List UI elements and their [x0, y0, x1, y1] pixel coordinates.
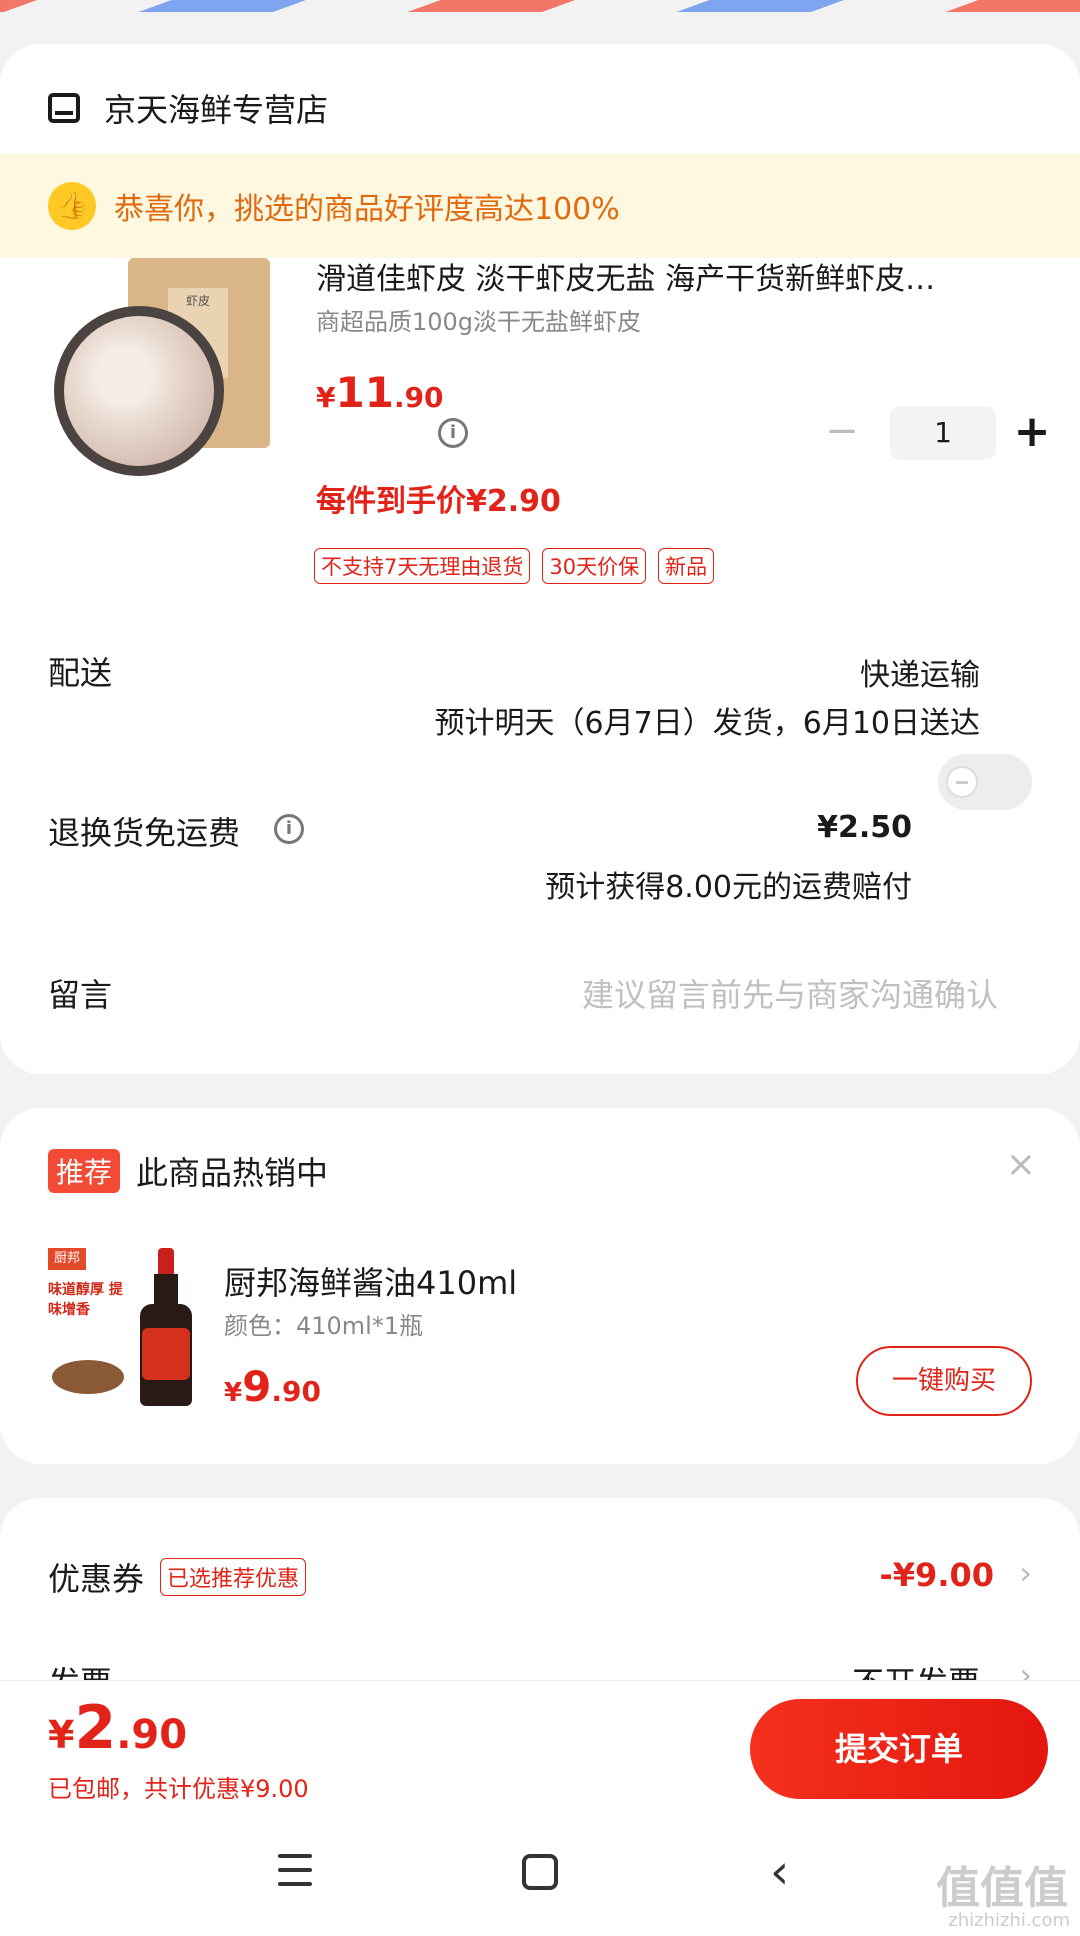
system-nav-bar: ‹ 值值值 zhizhizhi.com [0, 1822, 1080, 1936]
store-icon [48, 93, 80, 123]
sauce-box: 厨邦 味道醇厚 提味增香 [48, 1248, 128, 1398]
watermark-url: zhizhizhi.com [948, 1910, 1070, 1931]
praise-text: 恭喜你，挑选的商品好评度高达100% [114, 192, 620, 227]
tag-price-protect: 30天价保 [542, 548, 647, 584]
sauce-slogan: 味道醇厚 提味增香 [48, 1282, 123, 1318]
return-shipping-price: ¥2.50 [817, 810, 912, 845]
message-label: 留言 [48, 976, 113, 1014]
recommend-tag: 推荐 [48, 1149, 121, 1193]
quantity-field[interactable]: 1 [890, 406, 996, 460]
airmail-border [0, 0, 1080, 12]
product-shrimp [64, 316, 214, 466]
quantity-stepper: − 1 + [822, 406, 1052, 460]
toggle-knob [946, 766, 978, 798]
product-spec[interactable]: 商超品质100g淡干无盐鲜虾皮 [316, 302, 641, 337]
return-info-icon[interactable]: i [274, 814, 304, 844]
rec-price-int: 9 [242, 1362, 272, 1411]
coupon-value[interactable]: -¥9.00 [880, 1556, 995, 1594]
food-picture [52, 1360, 124, 1394]
return-shipping-note: 预计获得8.00元的运费赔付 [545, 870, 912, 905]
product-title[interactable]: 滑道佳虾皮 淡干虾皮无盐 海产干货新鲜虾皮… [316, 254, 1036, 298]
tag-new: 新品 [658, 548, 715, 584]
coupon-tag: 已选推荐优惠 [160, 1558, 307, 1596]
rec-price-currency: ¥ [224, 1378, 243, 1408]
coupon-row[interactable]: 优惠券 已选推荐优惠 [48, 1554, 307, 1600]
plus-button[interactable]: + [1012, 410, 1052, 454]
total-note[interactable]: 已包邮，共计优惠¥9.00 [48, 1769, 309, 1804]
recommend-spec: 颜色：410ml*1瓶 [224, 1312, 424, 1340]
watermark-logo: 值值值 [936, 1863, 1068, 1914]
recommend-header: 推荐 此商品热销中 [48, 1148, 328, 1194]
one-click-buy-button[interactable]: 一键购买 [856, 1346, 1032, 1416]
praise-banner: 👍 恭喜你，挑选的商品好评度高达100% [0, 154, 1080, 258]
delivery-label: 配送 [48, 654, 113, 692]
chevron-right-icon[interactable]: › [1019, 1554, 1032, 1592]
menu-icon[interactable] [278, 1854, 312, 1888]
price-int: 11 [335, 368, 394, 417]
delivery-method[interactable]: 快递运输 [860, 650, 980, 694]
minus-button[interactable]: − [822, 411, 862, 453]
delivery-eta[interactable]: 预计明天（6月7日）发货，6月10日送达 [435, 698, 980, 742]
recommend-image[interactable]: 厨邦 味道醇厚 提味增香 [48, 1248, 198, 1408]
recommend-price: ¥9.90 [224, 1362, 321, 1411]
return-shipping-label: 退换货免运费 [48, 814, 241, 852]
submit-order-button[interactable]: 提交订单 [750, 1699, 1048, 1799]
checkout-bar: ¥2.90 已包邮，共计优惠¥9.00 提交订单 [0, 1680, 1080, 1822]
price-info-icon[interactable]: i [438, 418, 468, 448]
recommend-title: 此商品热销中 [136, 1154, 329, 1192]
brand-logo: 厨邦 [48, 1248, 86, 1270]
thumbs-up-icon: 👍 [48, 182, 96, 230]
message-input[interactable]: 建议留言前先与商家沟通确认 [582, 970, 998, 1016]
return-shipping-toggle[interactable] [938, 754, 1032, 810]
tag-no-return: 不支持7天无理由退货 [314, 548, 531, 584]
sauce-bottle [138, 1248, 194, 1406]
coupon-label: 优惠券 [48, 1560, 145, 1598]
recommend-card: 推荐 此商品热销中 × 厨邦 味道醇厚 提味增香 厨邦海鲜酱油410ml 颜色：… [0, 1108, 1080, 1464]
total-int: 2 [74, 1693, 117, 1763]
shop-row[interactable]: 京天海鲜专营店 [48, 78, 328, 138]
total-currency: ¥ [48, 1713, 75, 1757]
shop-name[interactable]: 京天海鲜专营店 [104, 85, 328, 131]
price-currency: ¥ [316, 381, 336, 414]
close-icon[interactable]: × [1006, 1144, 1036, 1185]
hand-price: 每件到手价¥2.90 [316, 484, 561, 519]
rec-price-dec: .90 [271, 1375, 321, 1408]
back-icon[interactable]: ‹ [770, 1844, 789, 1900]
total-dec: .90 [116, 1712, 188, 1758]
home-icon[interactable] [522, 1854, 558, 1890]
product-tags: 不支持7天无理由退货 30天价保 新品 [314, 548, 726, 584]
total-price: ¥2.90 [48, 1693, 187, 1763]
product-image[interactable]: 虾皮 [54, 258, 274, 488]
product-price: ¥11.90 [316, 368, 444, 417]
price-dec: .90 [393, 381, 444, 414]
recommend-name[interactable]: 厨邦海鲜酱油410ml [224, 1258, 517, 1304]
